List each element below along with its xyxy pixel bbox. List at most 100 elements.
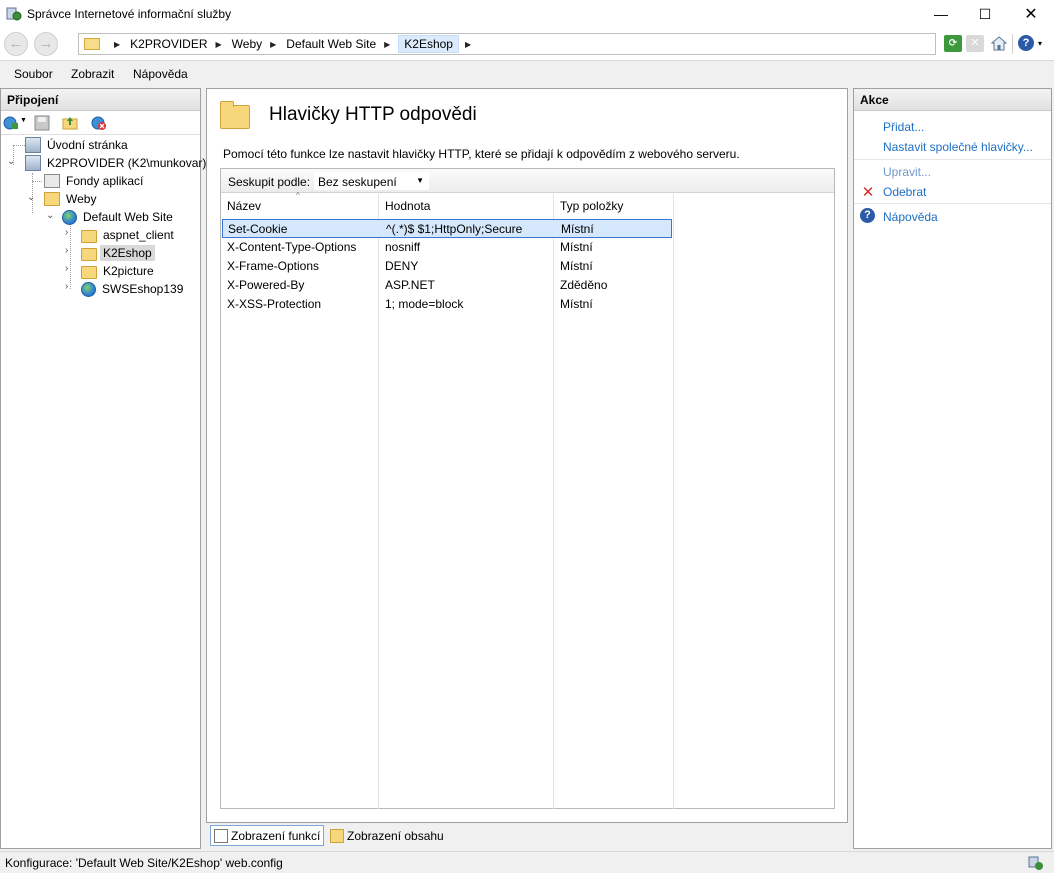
chevron-down-icon: ▼ [416,176,424,185]
divider [854,159,1051,160]
connect-icon[interactable] [3,115,19,131]
home-icon[interactable] [990,35,1008,52]
cell-name: X-Frame-Options [227,259,320,273]
tab-label: Zobrazení obsahu [347,828,444,843]
chevron-down-icon[interactable]: ⌄ [27,192,35,203]
tree-item-server[interactable]: K2PROVIDER (K2\munkovar) [25,154,209,172]
stop-icon[interactable]: ✕ [966,35,984,52]
forward-button[interactable]: → [34,32,58,56]
tree-item-k2picture[interactable]: K2picture [81,262,157,280]
breadcrumb-default-web-site[interactable]: Default Web Site [284,37,378,51]
address-bar[interactable]: ▶ K2PROVIDER ▶ Weby ▶ Default Web Site ▶… [78,33,936,55]
cell-name: Set-Cookie [228,222,288,236]
headers-list: Seskupit podle: Bez seskupení ▼ ^ Název … [220,168,835,809]
table-row[interactable]: X-Frame-Options DENY Místní [222,257,672,276]
chevron-down-icon[interactable]: ⌄ [7,156,15,167]
navigation-bar: ← → ▶ K2PROVIDER ▶ Weby ▶ Default Web Si… [0,28,1054,61]
menu-help[interactable]: Nápověda [133,67,188,81]
tab-features-view[interactable]: Zobrazení funkcí [210,825,325,846]
cell-name: X-Powered-By [227,278,305,292]
page-title: Hlavičky HTTP odpovědi [269,104,477,125]
breadcrumb-k2eshop[interactable]: K2Eshop [398,35,459,53]
features-view-icon [214,828,228,843]
toolbar-divider [1012,34,1013,54]
cell-value: 1; mode=block [385,297,464,311]
refresh-icon[interactable]: ⟳ [944,35,962,52]
table-row[interactable]: X-Powered-By ASP.NET Zděděno [222,276,672,295]
close-button[interactable]: ✕ [1008,0,1054,28]
maximize-button[interactable]: ☐ [962,0,1008,28]
connections-panel: Připojení ▼ Úvodní stránka ⌄ K2PROVIDER … [0,88,206,849]
tree-item-aspnet-client[interactable]: aspnet_client [81,226,177,244]
breadcrumb-weby[interactable]: Weby [230,37,264,51]
tree-item-label: Default Web Site [83,210,173,224]
tree-item-start-page[interactable]: Úvodní stránka [25,136,131,154]
folder-icon [81,247,97,261]
chevron-right-icon[interactable]: › [65,263,68,274]
chevron-right-icon[interactable]: › [65,281,68,292]
cell-value: ASP.NET [385,278,435,292]
start-page-icon [25,137,41,153]
status-bar: Konfigurace: 'Default Web Site/K2Eshop' … [0,851,1054,873]
tree-item-sites[interactable]: Weby [44,190,99,208]
group-by-select[interactable]: Bez seskupení ▼ [314,172,429,190]
remove-action[interactable]: Odebrat [883,185,926,199]
help-icon: ? [860,208,875,223]
actions-title: Akce [854,89,1051,111]
cell-value: ^(.*)$ $1;HttpOnly;Secure [386,222,523,236]
connections-toolbar: ▼ [1,111,200,135]
column-header-value[interactable]: Hodnota [380,194,553,216]
chevron-right-icon[interactable]: › [65,227,68,238]
status-text: Konfigurace: 'Default Web Site/K2Eshop' … [5,856,283,870]
tree-item-label: K2Eshop [100,245,155,261]
table-row[interactable]: X-Content-Type-Options nosniff Místní [222,238,672,257]
connections-title: Připojení [1,89,200,111]
iis-manager-icon [6,7,22,21]
tree-item-swseshop139[interactable]: SWSEshop139 [81,280,186,298]
tab-content-view[interactable]: Zobrazení obsahu [327,825,447,846]
help-action[interactable]: Nápověda [883,210,938,224]
group-by-bar: Seskupit podle: Bez seskupení ▼ [221,169,834,193]
tab-label: Zobrazení funkcí [231,828,321,843]
save-icon[interactable] [34,115,50,131]
minimize-button[interactable]: — [918,0,964,28]
tree-item-label: K2picture [103,264,154,278]
chevron-down-icon[interactable]: ▾ [1038,35,1048,52]
menu-file[interactable]: Soubor [14,67,53,81]
application-pools-icon [44,174,60,188]
tree-item-k2eshop[interactable]: K2Eshop [81,244,155,262]
tree-item-application-pools[interactable]: Fondy aplikací [44,172,146,190]
table-row[interactable]: X-XSS-Protection 1; mode=block Místní [222,295,672,314]
cell-value: DENY [385,259,419,273]
help-icon[interactable]: ? [1018,35,1034,51]
chevron-right-icon[interactable]: ▶ [114,40,120,49]
add-action[interactable]: Přidat... [883,120,924,134]
chevron-down-icon[interactable]: ⌄ [46,210,54,221]
sites-icon [44,192,60,206]
set-common-headers-action[interactable]: Nastavit společné hlavičky... [883,140,1033,154]
column-divider[interactable] [673,194,674,809]
window-title: Správce Internetové informační služby [27,7,232,21]
table-row[interactable]: Set-Cookie ^(.*)$ $1;HttpOnly;Secure Mís… [222,219,672,238]
tree-item-label: K2PROVIDER (K2\munkovar) [47,156,207,170]
chevron-right-icon[interactable]: › [65,245,68,256]
disconnect-icon[interactable] [91,115,107,131]
chevron-right-icon[interactable]: ▶ [465,40,471,49]
chevron-right-icon[interactable]: ▶ [216,40,222,49]
tree-item-default-web-site[interactable]: Default Web Site [62,208,176,226]
chevron-right-icon[interactable]: ▶ [270,40,276,49]
breadcrumb-k2provider[interactable]: K2PROVIDER [128,37,209,51]
network-status-icon [1028,856,1043,870]
page-description: Pomocí této funkce lze nastavit hlavičky… [223,147,740,161]
cell-type: Místní [560,240,593,254]
back-button[interactable]: ← [4,32,28,56]
column-header-type[interactable]: Typ položky [555,194,673,216]
column-header-name[interactable]: Název [222,194,379,216]
tree-item-label: Weby [66,192,97,206]
cell-type: Místní [561,222,594,236]
menu-view[interactable]: Zobrazit [71,67,114,81]
edit-action[interactable]: Upravit... [883,165,931,179]
chevron-right-icon[interactable]: ▶ [384,40,390,49]
up-folder-icon[interactable] [62,115,78,131]
chevron-down-icon[interactable]: ▼ [20,117,27,124]
